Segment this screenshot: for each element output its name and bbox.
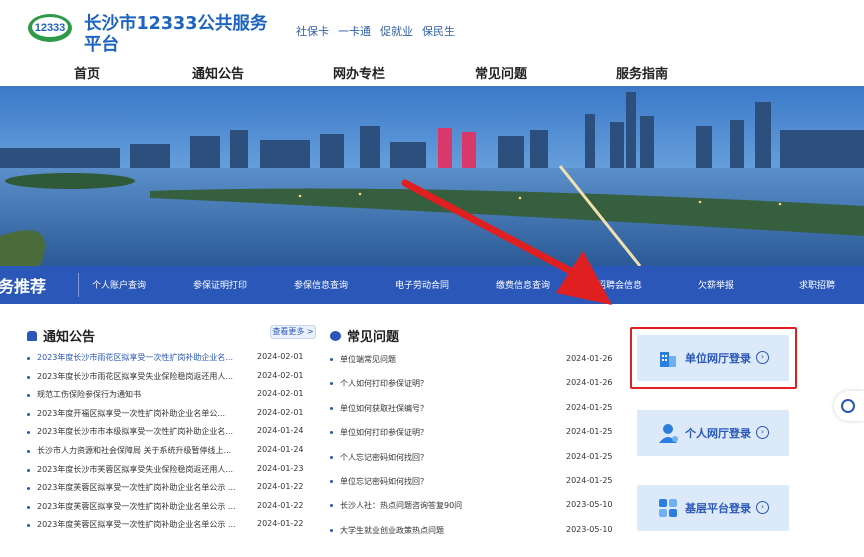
notice-title: 规范工伤保险参保行为通知书: [37, 390, 141, 400]
notice-title: 2023年度芙蓉区拟享受一次性扩岗补助企业名单公示 ...: [37, 520, 236, 530]
notice-title: 2023年度芙蓉区拟享受一次性扩岗补助企业名单公示 ...: [37, 483, 236, 493]
notice-title: 2023年度长沙市雨花区拟享受一次性扩岗补助企业名...: [37, 353, 233, 362]
service-job-fair[interactable]: 招聘会信息: [597, 278, 642, 291]
refresh-icon: [841, 399, 855, 413]
highlight-box: [630, 327, 797, 389]
faq-title: 常见问题: [347, 330, 400, 345]
notices-more-button[interactable]: 查看更多 >: [270, 325, 316, 339]
notices-title: 通知公告: [43, 330, 96, 345]
service-bar-divider: [78, 273, 79, 297]
grassroots-login-label: 基层平台登录: [685, 502, 751, 515]
slogan-2: 一卡通: [338, 25, 371, 38]
faq-question: 单位忘记密码如何找回？: [340, 476, 428, 486]
bullet-icon: [27, 357, 30, 360]
service-wage-report[interactable]: 欠薪举报: [698, 278, 734, 291]
notice-date: 2024-01-23: [257, 463, 304, 473]
faq-date: 2023-05-10: [566, 524, 613, 534]
notice-date: 2024-01-22: [257, 519, 304, 529]
notice-date: 2024-02-01: [257, 370, 304, 380]
chevron-right-icon: ›: [756, 426, 769, 439]
notice-date: 2024-01-24: [257, 444, 304, 454]
faq-question: 个人如何打印参保证明？: [340, 379, 428, 389]
nav-service-guide[interactable]: 服务指南: [616, 63, 668, 82]
bullet-icon: [330, 431, 333, 435]
personal-login-label: 个人网厅登录: [685, 427, 751, 440]
bullet-icon: [330, 479, 333, 483]
faq-date: 2024-01-25: [566, 402, 613, 412]
bullet-icon: [330, 382, 333, 386]
bullet-icon: [330, 358, 333, 361]
bullet-icon: [330, 455, 333, 459]
notice-date: 2024-01-24: [257, 426, 304, 436]
bullet-icon: [330, 504, 333, 508]
bullet-icon: [27, 468, 30, 472]
bell-icon: [27, 330, 37, 341]
faq-question: 单位如何获取社保编号？: [340, 403, 428, 413]
nav-notices[interactable]: 通知公告: [192, 63, 244, 82]
faq-heading: 常见问题: [330, 326, 399, 345]
chat-icon: [330, 330, 341, 341]
main-nav: 首页 通知公告 网办专栏 常见问题 服务指南: [0, 60, 864, 84]
person-icon: [659, 424, 678, 443]
faq-date: 2024-01-25: [566, 427, 613, 437]
personal-login-button[interactable]: 个人网厅登录 ›: [637, 410, 789, 456]
nav-home[interactable]: 首页: [74, 63, 100, 82]
bullet-icon: [27, 412, 30, 416]
faq-question: 单位端常见问题: [340, 355, 396, 364]
site-title: 长沙市12333公共服务平台: [84, 14, 268, 55]
bullet-icon: [330, 406, 333, 410]
service-job-search[interactable]: 求职招聘: [799, 278, 835, 291]
notice-title: 2023年度开福区拟享受一次性扩岗补助企业名单公...: [37, 408, 225, 418]
bullet-icon: [27, 505, 30, 509]
notice-title: 2023年度长沙市芙蓉区拟享受失业保险稳岗返还用人...: [37, 464, 233, 474]
chevron-right-icon: ›: [756, 501, 769, 514]
notices-heading: 通知公告: [27, 326, 95, 345]
notice-title: 2023年度长沙市市本级拟享受一次性扩岗补助企业名...: [37, 427, 233, 437]
bullet-icon: [27, 394, 30, 398]
faq-question: 单位如何打印参保证明？: [340, 428, 428, 438]
bullet-icon: [27, 449, 30, 453]
slogan-3: 促就业: [380, 25, 413, 38]
faq-question: 长沙人社：热点问题咨询答复90问: [340, 501, 463, 511]
service-recommend-bar: 务推荐 个人账户查询 参保证明打印 参保信息查询 电子劳动合同 缴费信息查询 招…: [0, 266, 864, 304]
nav-faq[interactable]: 常见问题: [475, 63, 527, 82]
notice-date: 2024-02-01: [257, 407, 304, 417]
grassroots-login-button[interactable]: 基层平台登录 ›: [637, 485, 789, 531]
notice-title: 2023年度芙蓉区拟享受一次性扩岗补助企业名单公示 ...: [37, 501, 236, 511]
notice-title: 2023年度长沙市雨花区拟享受失业保险稳岗返还用人...: [37, 371, 233, 381]
faq-date: 2024-01-25: [566, 451, 613, 461]
bullet-icon: [27, 524, 30, 528]
faq-date: 2024-01-26: [566, 378, 613, 388]
faq-date: 2023-05-10: [566, 500, 613, 510]
faq-date: 2024-01-25: [566, 475, 613, 485]
grid-icon: [659, 499, 677, 517]
city-banner: [0, 86, 864, 266]
notice-date: 2024-01-22: [257, 500, 304, 510]
faq-question: 个人忘记密码如何找回？: [340, 452, 428, 462]
bullet-icon: [330, 528, 333, 532]
service-payment-info[interactable]: 缴费信息查询: [496, 278, 550, 291]
notice-title: 长沙市人力资源和社会保障局 关于系统升级暂停线上...: [37, 445, 232, 455]
notice-date: 2024-02-01: [257, 389, 304, 399]
slogan-1: 社保卡: [296, 25, 329, 38]
slogans: 社保卡 一卡通 促就业 保民生: [296, 23, 455, 39]
logo-text: 12333: [35, 22, 66, 34]
site-logo: 12333: [28, 14, 72, 42]
slogan-4: 保民生: [422, 25, 455, 38]
nav-online-services[interactable]: 网办专栏: [333, 63, 385, 82]
faq-date: 2024-01-26: [566, 354, 613, 363]
side-float-widget[interactable]: [834, 391, 864, 421]
service-insurance-info[interactable]: 参保信息查询: [294, 278, 348, 291]
notice-date: 2024-01-22: [257, 482, 304, 492]
service-labor-contract[interactable]: 电子劳动合同: [395, 278, 449, 291]
notice-date: 2024-02-01: [257, 352, 304, 361]
bullet-icon: [27, 487, 30, 491]
bullet-icon: [27, 431, 30, 435]
service-recommend-label: 务推荐: [0, 277, 47, 296]
faq-question: 大学生就业创业政策热点问题: [340, 525, 444, 535]
service-account-query[interactable]: 个人账户查询: [92, 278, 146, 291]
service-insurance-certificate[interactable]: 参保证明打印: [193, 278, 247, 291]
bullet-icon: [27, 375, 30, 379]
